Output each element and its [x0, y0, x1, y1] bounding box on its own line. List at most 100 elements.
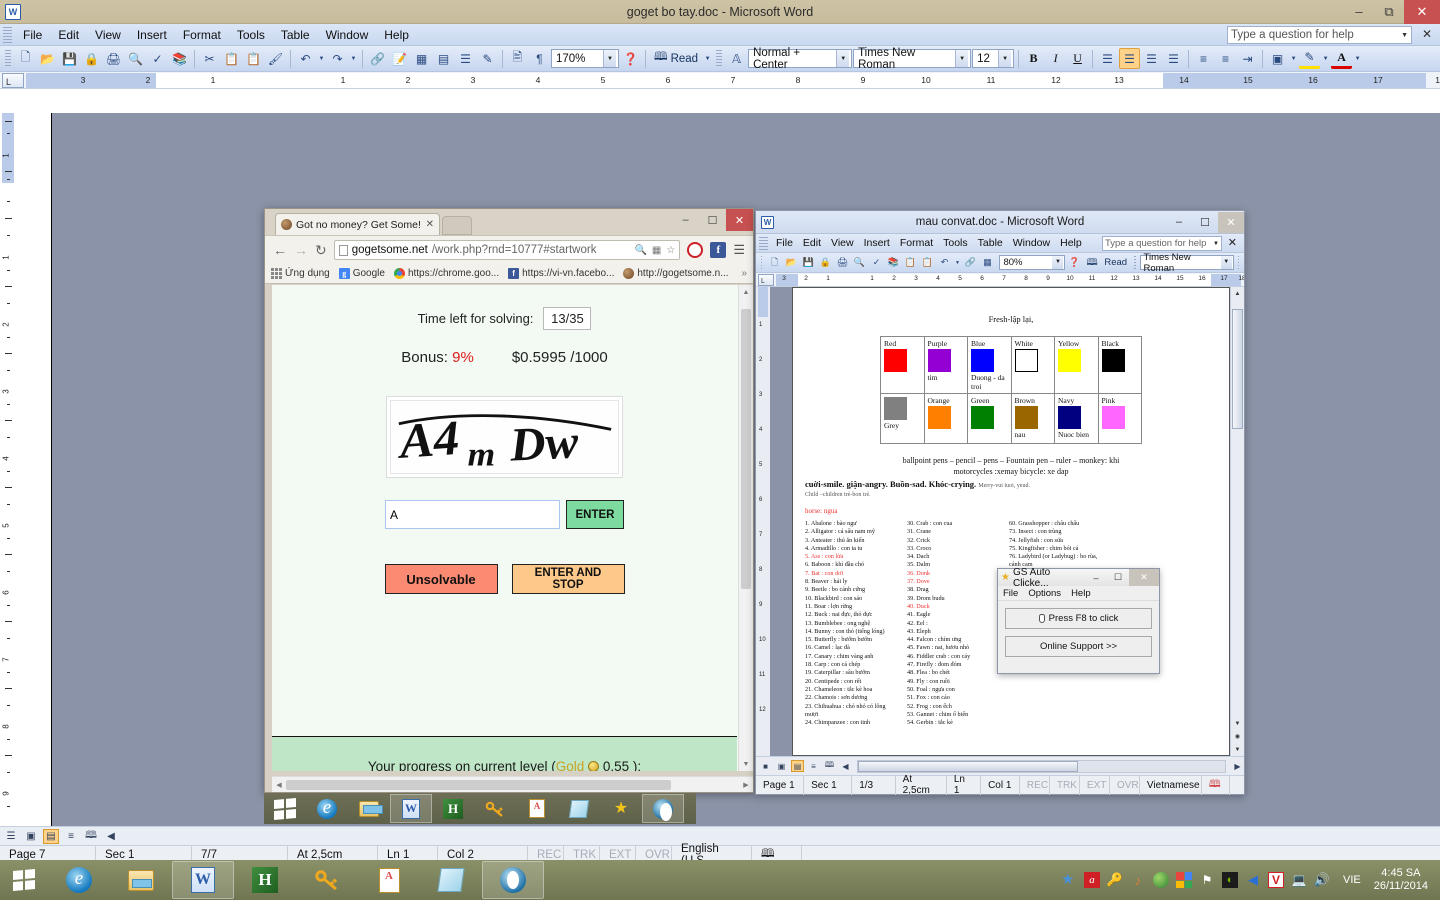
gsac-menu-options[interactable]: Options — [1028, 588, 1061, 599]
unsolvable-button[interactable]: Unsolvable — [385, 564, 498, 594]
taskbar-notes-app[interactable]: A — [358, 861, 420, 899]
menu-tools[interactable]: Tools — [229, 26, 273, 44]
v-icon[interactable]: V — [1268, 872, 1284, 888]
clock[interactable]: 4:45 SA 26/11/2014 — [1374, 867, 1432, 893]
downloader-icon[interactable] — [1153, 872, 1169, 888]
insert-table-icon[interactable]: ▦ — [411, 48, 432, 69]
previous-page-icon[interactable]: ◉ — [1231, 730, 1244, 743]
taskbar-h-app[interactable]: H — [234, 861, 296, 899]
toolbar-options-icon[interactable]: ▼ — [703, 48, 712, 69]
gsac-menu-file[interactable]: File — [1003, 588, 1018, 599]
network-icon[interactable]: 💻 — [1291, 872, 1307, 888]
music-icon[interactable]: ♪ — [1130, 872, 1146, 888]
normal-view-icon[interactable]: ☰ — [3, 829, 19, 844]
menu-file[interactable]: File — [771, 236, 798, 250]
scroll-right-icon[interactable]: ▶ — [739, 781, 753, 789]
restore-button[interactable]: ⧉ — [1374, 0, 1404, 24]
taskbar-star-app[interactable]: ★ — [600, 794, 642, 823]
menu-edit[interactable]: Edit — [50, 26, 87, 44]
chevron-down-icon[interactable]: ▼ — [603, 50, 616, 67]
drawing-icon[interactable]: ✎ — [477, 48, 498, 69]
opera-extension-icon[interactable] — [687, 242, 703, 258]
menubar-grip[interactable] — [759, 237, 768, 250]
close-button[interactable]: ✕ — [1218, 212, 1244, 233]
address-bar[interactable]: gogetsome.net/work.php?rnd=10777#startwo… — [334, 240, 681, 260]
menu-format[interactable]: Format — [175, 26, 229, 44]
formatting-toolbar-grip[interactable] — [1134, 256, 1135, 269]
minimize-button[interactable]: – — [672, 209, 699, 231]
word2-page-canvas[interactable]: Fresh-lập lại, RedPurpletimBlueDuong - d… — [770, 287, 1244, 756]
close-button[interactable]: ✕ — [726, 209, 753, 231]
chevron-down-icon[interactable]: ▼ — [836, 50, 849, 67]
columns-icon[interactable]: ☰ — [455, 48, 476, 69]
bookmark-gogetsome[interactable]: http://gogetsome.n... — [623, 268, 728, 279]
office-icon[interactable] — [1176, 872, 1192, 888]
zoom-combo[interactable]: 80% ▼ — [999, 255, 1065, 270]
taskbar-book-app[interactable] — [420, 861, 482, 899]
chrome-menu-icon[interactable]: ☰ — [733, 242, 745, 258]
close-taskpane-icon[interactable]: ✕ — [1422, 27, 1432, 41]
taskbar-book-app[interactable] — [558, 794, 600, 823]
new-document-icon[interactable]: 🗋 — [766, 255, 782, 271]
show-formatting-icon[interactable]: ¶ — [529, 48, 550, 69]
print-preview-icon[interactable]: 🔍 — [851, 255, 867, 271]
reading-layout-view-icon[interactable]: 🕮 — [823, 760, 836, 772]
bookmark-star-icon[interactable]: ☆ — [666, 245, 675, 256]
chevron-down-icon[interactable]: ▼ — [955, 50, 968, 67]
ruler-track[interactable]: 321 123 456 789 101112 131415 161718 — [26, 73, 1440, 88]
horizontal-scroll-thumb[interactable] — [858, 761, 1078, 772]
nvidia-icon[interactable]: ◐ — [1222, 872, 1238, 888]
menu-window[interactable]: Window — [318, 26, 377, 44]
redo-icon[interactable]: ↷ — [327, 48, 348, 69]
outline-view-icon[interactable]: ≡ — [63, 829, 79, 844]
redo-dropdown-icon[interactable]: ▼ — [349, 48, 358, 69]
zoom-icon[interactable]: 🔍 — [634, 245, 646, 256]
style-combo[interactable]: Normal + Center ▼ — [748, 49, 852, 68]
insert-comment-icon[interactable]: 📝 — [389, 48, 410, 69]
captcha-answer-input[interactable] — [385, 500, 560, 529]
taskbar-opera-browser[interactable] — [482, 861, 544, 899]
tab-selector-icon[interactable]: L — [2, 73, 24, 88]
menu-help[interactable]: Help — [376, 26, 417, 44]
browser-tab[interactable]: Got no money? Get Some! ✕ — [275, 213, 440, 235]
vertical-scroll-thumb[interactable] — [741, 309, 751, 589]
menu-insert[interactable]: Insert — [129, 26, 175, 44]
borders-dropdown-icon[interactable]: ▼ — [1289, 48, 1298, 69]
bookmark-google[interactable]: g Google — [339, 268, 385, 279]
bookmark-facebook[interactable]: f https://vi-vn.facebo... — [508, 268, 614, 279]
enter-button[interactable]: ENTER — [566, 500, 624, 529]
close-button[interactable]: ✕ — [1129, 569, 1159, 586]
chevron-down-icon[interactable]: ▼ — [1221, 256, 1232, 269]
normal-view-icon[interactable]: ■ — [759, 760, 772, 772]
menu-tools[interactable]: Tools — [938, 236, 973, 250]
insert-excel-table-icon[interactable]: ▤ — [433, 48, 454, 69]
scroll-down-icon[interactable]: ▼ — [739, 757, 753, 771]
tab-selector-icon[interactable]: L — [758, 274, 774, 286]
scroll-left-icon[interactable]: ◀ — [839, 760, 852, 772]
save-icon[interactable]: 💾 — [800, 255, 816, 271]
toolbar-overflow-grip[interactable] — [1238, 256, 1239, 269]
ruler-track[interactable]: 32 11 23 45 67 89 1011 1213 1415 1617 18 — [776, 274, 1244, 286]
status-language[interactable]: Vietnamese — [1140, 776, 1202, 795]
help-question-input[interactable]: Type a question for help ▼ — [1102, 236, 1222, 251]
increase-indent-icon[interactable]: ⇥ — [1237, 48, 1258, 69]
paste-icon[interactable]: 📋 — [919, 255, 935, 271]
underline-button[interactable]: U — [1067, 48, 1088, 69]
maximize-button[interactable]: ☐ — [1192, 212, 1218, 233]
start-button[interactable] — [264, 794, 306, 823]
open-icon[interactable]: 📂 — [37, 48, 58, 69]
styles-formatting-icon[interactable]: 𝔸 — [726, 48, 747, 69]
chevron-down-icon[interactable]: ▼ — [1213, 241, 1219, 247]
numbered-list-icon[interactable]: ≡ — [1193, 48, 1214, 69]
status-ext[interactable]: EXT — [1080, 776, 1110, 795]
undo-dropdown-icon[interactable]: ▼ — [953, 255, 961, 271]
taskbar-microsoft-word[interactable]: W — [390, 794, 432, 823]
taskbar-notes-app[interactable]: A — [516, 794, 558, 823]
print-icon[interactable]: 🖨 — [103, 48, 124, 69]
enter-and-stop-button[interactable]: ENTER AND STOP — [512, 564, 625, 594]
taskbar-key-app[interactable] — [474, 794, 516, 823]
vertical-scroll-thumb[interactable] — [1232, 309, 1243, 429]
close-taskpane-icon[interactable]: ✕ — [1228, 236, 1237, 249]
taskbar-file-explorer[interactable] — [110, 861, 172, 899]
taskbar-file-explorer[interactable] — [348, 794, 390, 823]
